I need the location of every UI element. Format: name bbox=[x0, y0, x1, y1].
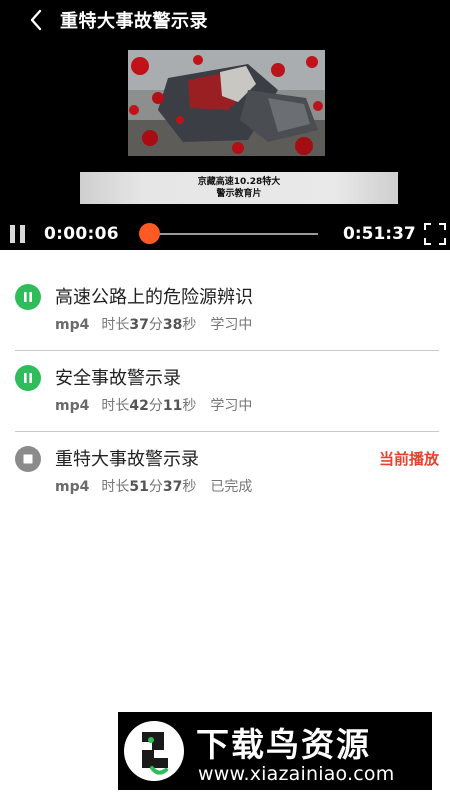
pause-icon bbox=[10, 225, 25, 243]
watermark-title: 下载鸟资源 bbox=[196, 725, 371, 764]
total-time: 0:51:37 bbox=[343, 224, 416, 244]
second-unit: 秒 bbox=[182, 479, 197, 495]
item-format: mp4 bbox=[55, 317, 90, 333]
subtitle-plate: 京藏高速10.28特大 警示教育片 bbox=[80, 172, 398, 204]
second-unit: 秒 bbox=[182, 398, 197, 414]
minute-unit: 分 bbox=[148, 398, 163, 414]
video-list: 高速公路上的危险源辨识 mp4 时长37分38秒 学习中 安全事故警示录 mp4 时长… bbox=[0, 270, 450, 512]
subtitle-line-1: 京藏高速10.28特大 bbox=[197, 177, 281, 187]
minute-unit: 分 bbox=[148, 317, 163, 333]
list-item[interactable]: 安全事故警示录 mp4 时长42分11秒 学习中 bbox=[15, 351, 439, 432]
list-item-current[interactable]: 重特大事故警示录 当前播放 mp4 时长51分37秒 已完成 bbox=[15, 432, 439, 512]
duration-prefix: 时长 bbox=[101, 479, 130, 495]
pause-button[interactable] bbox=[8, 224, 28, 244]
fullscreen-button[interactable] bbox=[424, 223, 446, 245]
status-badge bbox=[15, 284, 41, 310]
now-playing-label: 当前播放 bbox=[378, 450, 439, 468]
chevron-left-icon bbox=[30, 9, 42, 31]
video-player[interactable]: 重特大事故警示录 京藏高速10.28特大 警示教育片 0:00:06 0:51:… bbox=[0, 0, 450, 250]
subtitle-line-2: 警示教育片 bbox=[216, 189, 262, 199]
item-state: 已完成 bbox=[210, 479, 253, 495]
duration-seconds: 38 bbox=[162, 317, 183, 333]
item-meta: mp4 时长42分11秒 学习中 bbox=[55, 395, 252, 415]
accident-scene-image bbox=[128, 50, 325, 156]
stop-icon bbox=[23, 454, 33, 464]
second-unit: 秒 bbox=[182, 317, 197, 333]
item-format: mp4 bbox=[55, 398, 90, 414]
current-time: 0:00:06 bbox=[44, 224, 119, 244]
watermark-banner: 下载鸟资源 www.xiazainiao.com bbox=[118, 712, 432, 790]
pause-icon bbox=[24, 373, 32, 383]
video-title: 重特大事故警示录 bbox=[60, 11, 208, 32]
item-title: 高速公路上的危险源辨识 bbox=[55, 287, 253, 308]
watermark-url: www.xiazainiao.com bbox=[198, 763, 395, 785]
player-top-bar: 重特大事故警示录 bbox=[0, 0, 450, 40]
item-title: 安全事故警示录 bbox=[55, 368, 181, 389]
duration-minutes: 51 bbox=[129, 479, 149, 495]
item-title: 重特大事故警示录 bbox=[55, 449, 199, 470]
item-state: 学习中 bbox=[210, 398, 253, 414]
bird-logo-icon bbox=[124, 721, 184, 781]
video-frame bbox=[128, 50, 325, 156]
item-meta: mp4 时长37分38秒 学习中 bbox=[55, 314, 252, 334]
fullscreen-icon bbox=[424, 223, 446, 245]
minute-unit: 分 bbox=[148, 479, 163, 495]
item-meta: mp4 时长51分37秒 已完成 bbox=[55, 476, 252, 496]
back-button[interactable] bbox=[16, 0, 56, 40]
duration-prefix: 时长 bbox=[101, 398, 130, 414]
status-badge bbox=[15, 365, 41, 391]
duration-minutes: 42 bbox=[129, 398, 149, 414]
player-controls: 0:00:06 0:51:37 bbox=[0, 218, 450, 250]
item-format: mp4 bbox=[55, 479, 90, 495]
duration-prefix: 时长 bbox=[101, 317, 130, 333]
list-item[interactable]: 高速公路上的危险源辨识 mp4 时长37分38秒 学习中 bbox=[15, 270, 439, 351]
duration-seconds: 37 bbox=[162, 479, 183, 495]
progress-knob[interactable] bbox=[139, 223, 160, 244]
progress-track[interactable] bbox=[150, 233, 318, 235]
duration-minutes: 37 bbox=[129, 317, 149, 333]
pause-icon bbox=[24, 292, 32, 302]
duration-seconds: 11 bbox=[162, 398, 183, 414]
status-badge bbox=[15, 446, 41, 472]
item-state: 学习中 bbox=[210, 317, 253, 333]
